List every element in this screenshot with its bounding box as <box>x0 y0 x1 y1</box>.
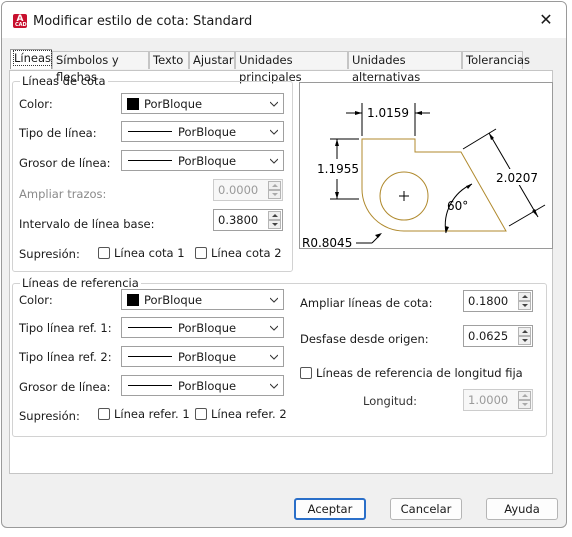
close-icon[interactable]: ✕ <box>539 10 552 29</box>
tab-tolerancias[interactable]: Tolerancias <box>462 51 530 69</box>
dim-lineweight-dropdown[interactable]: PorBloque <box>121 150 284 171</box>
length-spinner: 1.0000 <box>463 389 533 411</box>
dim-extend-spinner: 0.0000 <box>213 179 283 201</box>
fixed-length-checkbox[interactable] <box>300 367 312 379</box>
dim-linetype-label: Tipo de línea: <box>19 126 97 140</box>
spin-up-icon[interactable] <box>518 327 531 336</box>
chevron-down-icon <box>270 101 278 107</box>
baseline-spacing-value[interactable]: 0.3800 <box>218 213 258 227</box>
dim-lineweight-label: Grosor de línea: <box>19 156 111 170</box>
spin-down-icon[interactable] <box>268 220 281 229</box>
suppress-dim-line-1-checkbox[interactable] <box>98 247 110 259</box>
linetype-sample <box>128 356 172 357</box>
ext-linetype1-dropdown[interactable]: PorBloque <box>121 317 284 338</box>
chevron-down-icon <box>270 383 278 389</box>
dimension-lines-legend: Líneas de cota <box>22 74 106 88</box>
tab-texto[interactable]: Texto <box>149 51 189 69</box>
dim-color-dropdown[interactable]: PorBloque <box>121 93 284 114</box>
cancel-button[interactable]: Cancelar <box>390 498 462 520</box>
baseline-spacing-label: Intervalo de línea base: <box>19 217 155 231</box>
preview-dim-aligned: 2.0207 <box>496 171 538 185</box>
suppress-ext-line-2-label[interactable]: Línea refer. 2 <box>211 407 287 421</box>
chevron-down-icon <box>270 354 278 360</box>
extend-beyond-spinner[interactable]: 0.1800 <box>463 290 533 312</box>
ext-lineweight-dropdown[interactable]: PorBloque <box>121 375 284 396</box>
dim-linetype-value: PorBloque <box>178 125 237 139</box>
linetype-sample <box>128 131 172 132</box>
ext-lineweight-label: Grosor de línea: <box>19 380 111 394</box>
ext-color-dropdown[interactable]: PorBloque <box>121 289 284 310</box>
ext-lineweight-value: PorBloque <box>178 379 237 393</box>
tab-unidades-principales[interactable]: Unidades principales <box>235 51 348 84</box>
length-value: 1.0000 <box>468 393 509 407</box>
color-swatch <box>127 294 139 306</box>
chevron-down-icon <box>270 129 278 135</box>
baseline-spacing-spinner[interactable]: 0.3800 <box>213 209 283 231</box>
spin-down-icon <box>268 190 281 199</box>
dim-lineweight-value: PorBloque <box>178 154 237 168</box>
autocad-app-icon: A CAD <box>13 14 27 28</box>
window-title: Modificar estilo de cota: Standard <box>33 14 253 29</box>
extension-lines-legend: Líneas de referencia <box>22 276 139 290</box>
chevron-down-icon <box>270 158 278 164</box>
ext-linetype2-value: PorBloque <box>178 350 237 364</box>
close-button[interactable]: ✕ <box>534 8 558 32</box>
fixed-length-label[interactable]: Líneas de referencia de longitud fija <box>316 366 523 380</box>
spin-down-icon <box>518 400 531 409</box>
help-button[interactable]: Ayuda <box>486 498 558 520</box>
chevron-down-icon <box>270 297 278 303</box>
lineweight-sample <box>128 160 172 161</box>
dim-suppress-label: Supresión: <box>19 247 80 261</box>
dim-linetype-dropdown[interactable]: PorBloque <box>121 121 284 142</box>
dimension-style-dialog: A CAD Modificar estilo de cota: Standard … <box>1 1 567 528</box>
ext-suppress-label: Supresión: <box>19 409 80 423</box>
ext-linetype1-label: Tipo línea ref. 1: <box>19 321 112 335</box>
ok-button[interactable]: Aceptar <box>294 498 366 520</box>
offset-origin-value[interactable]: 0.0625 <box>468 329 508 343</box>
preview-radius: R0.8045 <box>302 236 352 248</box>
preview-angle: 60° <box>447 199 468 213</box>
dim-color-label: Color: <box>19 97 53 111</box>
lineweight-sample <box>128 385 172 386</box>
dim-color-value: PorBloque <box>144 97 203 111</box>
ext-color-label: Color: <box>19 293 53 307</box>
dim-extend-label: Ampliar trazos: <box>19 187 107 201</box>
tab-unidades-alternativas[interactable]: Unidades alternativas <box>348 51 462 84</box>
spin-up-icon <box>268 181 281 190</box>
spin-down-icon[interactable] <box>518 336 531 345</box>
tab-simbolos-flechas[interactable]: Símbolos y flechas <box>52 51 149 84</box>
dim-extend-value: 0.0000 <box>218 183 259 197</box>
spin-up-icon[interactable] <box>268 211 281 220</box>
suppress-ext-line-2-checkbox[interactable] <box>195 408 207 420</box>
ext-linetype2-label: Tipo línea ref. 2: <box>19 350 112 364</box>
suppress-dim-line-2-label[interactable]: Línea cota 2 <box>211 246 282 260</box>
suppress-dim-line-1-label[interactable]: Línea cota 1 <box>114 246 185 260</box>
ext-color-value: PorBloque <box>144 293 203 307</box>
color-swatch <box>127 98 139 110</box>
spin-up-icon[interactable] <box>518 292 531 301</box>
spin-up-icon <box>518 391 531 400</box>
suppress-dim-line-2-checkbox[interactable] <box>195 247 207 259</box>
chevron-down-icon <box>270 325 278 331</box>
extend-beyond-value[interactable]: 0.1800 <box>468 294 508 308</box>
preview-dim-top: 1.0159 <box>367 106 409 120</box>
tab-lineas[interactable]: Líneas <box>10 49 53 69</box>
preview-dim-left: 1.1955 <box>317 162 359 176</box>
dimension-preview: 1.0159 1.1955 2.0207 60° R0.8045 <box>299 82 553 250</box>
suppress-ext-line-1-label[interactable]: Línea refer. 1 <box>114 407 190 421</box>
ext-linetype2-dropdown[interactable]: PorBloque <box>121 346 284 367</box>
title-bar: A CAD Modificar estilo de cota: Standard … <box>2 2 566 38</box>
offset-origin-label: Desfase desde origen: <box>300 332 429 346</box>
linetype-sample <box>128 327 172 328</box>
ext-linetype1-value: PorBloque <box>178 321 237 335</box>
suppress-ext-line-1-checkbox[interactable] <box>98 408 110 420</box>
preview-drawing: 1.0159 1.1955 2.0207 60° R0.8045 <box>302 103 546 250</box>
tab-ajustar[interactable]: Ajustar <box>189 51 235 69</box>
length-label: Longitud: <box>363 394 417 408</box>
offset-origin-spinner[interactable]: 0.0625 <box>463 325 533 347</box>
extend-beyond-label: Ampliar líneas de cota: <box>300 296 433 310</box>
spin-down-icon[interactable] <box>518 301 531 310</box>
